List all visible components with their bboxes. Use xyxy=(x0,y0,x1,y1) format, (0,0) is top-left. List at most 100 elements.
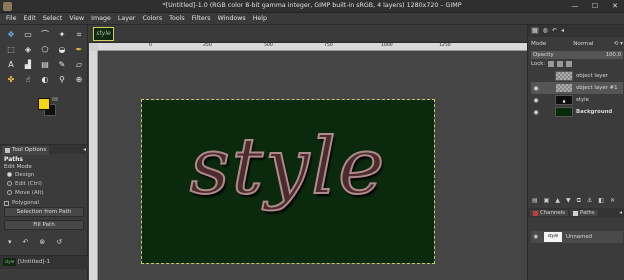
lower-layer-icon[interactable]: ▼ xyxy=(566,197,571,205)
menu-select[interactable]: Select xyxy=(43,13,62,24)
menu-image[interactable]: Image xyxy=(91,13,111,24)
menu-colors[interactable]: Colors xyxy=(142,13,162,24)
close-button[interactable]: ✕ xyxy=(608,1,622,11)
menu-filters[interactable]: Filters xyxy=(192,13,211,24)
selection-from-path-button[interactable]: Selection from Path xyxy=(4,207,84,217)
ruler-corner[interactable] xyxy=(89,43,98,51)
swap-colors-icon[interactable] xyxy=(52,97,58,101)
smudge-tool-icon[interactable]: ☝ xyxy=(21,73,35,86)
layer-thumbnail xyxy=(555,71,573,81)
new-layer-icon[interactable]: ▤ xyxy=(532,197,538,205)
layer-name: style xyxy=(576,97,589,103)
brushes-tab-icon[interactable]: ◍ xyxy=(543,27,548,34)
mode-design-radio[interactable]: Design xyxy=(7,170,84,179)
tool-options-tabstrip: Tool Options ◂ xyxy=(0,144,88,155)
new-group-icon[interactable]: ▣ xyxy=(544,197,550,205)
mode-design-label: Design xyxy=(15,171,35,178)
paintbrush-tool-icon[interactable]: ✎ xyxy=(55,58,69,71)
tab-tool-options[interactable]: Tool Options xyxy=(2,146,50,155)
lasso-tool-icon[interactable]: ⌒ xyxy=(38,28,52,41)
vertical-ruler[interactable] xyxy=(89,51,98,280)
raise-layer-icon[interactable]: ▲ xyxy=(555,197,560,205)
delete-layer-icon[interactable]: ✕ xyxy=(610,197,615,205)
image-canvas[interactable]: style xyxy=(141,99,435,264)
eye-icon[interactable]: ◉ xyxy=(531,234,541,240)
lock-position-icon[interactable] xyxy=(557,61,564,67)
tab-channels[interactable]: Channels xyxy=(530,210,568,216)
horizontal-ruler[interactable]: 0 250 500 750 1000 1250 xyxy=(98,43,527,51)
lock-pixels-icon[interactable] xyxy=(548,61,555,67)
canvas-workspace[interactable]: style xyxy=(98,51,527,280)
reset-options-icon[interactable]: ↺ xyxy=(56,238,62,246)
fuzzy-select-tool-icon[interactable]: ✦ xyxy=(55,28,69,41)
path-row-unnamed[interactable]: ◉ style Unnamed xyxy=(531,231,623,243)
image-tab[interactable]: style [Untitled]-1 xyxy=(3,258,50,266)
tab-menu-arrow-icon[interactable]: ◂ xyxy=(619,210,622,216)
crop-tool-icon[interactable]: ⌗ xyxy=(72,28,86,41)
maximize-button[interactable]: ☐ xyxy=(588,1,602,11)
save-preset-icon[interactable]: ▾ xyxy=(8,238,12,246)
menu-edit[interactable]: Edit xyxy=(24,13,36,24)
eye-icon[interactable]: ◉ xyxy=(531,85,541,92)
text-tool-icon[interactable]: A xyxy=(4,58,18,71)
lock-alpha-icon[interactable] xyxy=(566,61,573,67)
foreground-color[interactable] xyxy=(38,98,50,110)
layer-row-background[interactable]: ◉ Background xyxy=(531,106,623,118)
restore-preset-icon[interactable]: ↶ xyxy=(23,238,29,246)
menu-layer[interactable]: Layer xyxy=(118,13,136,24)
warp-tool-icon[interactable]: ◈ xyxy=(21,43,35,56)
duplicate-layer-icon[interactable]: ⧉ xyxy=(577,197,581,205)
eye-icon[interactable]: ◉ xyxy=(531,109,541,116)
layers-list: object layer ◉ object layer #1 ◉ ▲ style… xyxy=(531,70,623,118)
menu-file[interactable]: File xyxy=(6,13,17,24)
mode-edit-radio[interactable]: Edit (Ctrl) xyxy=(7,179,84,188)
menu-view[interactable]: View xyxy=(69,13,84,24)
fill-path-button[interactable]: Fill Path xyxy=(4,220,84,230)
layer-row-object-layer-1[interactable]: ◉ object layer #1 xyxy=(531,82,623,94)
menu-windows[interactable]: Windows xyxy=(218,13,246,24)
mode-select[interactable]: Normal xyxy=(573,41,593,47)
minimize-button[interactable]: — xyxy=(568,1,582,11)
tab-paths[interactable]: Paths xyxy=(569,210,598,216)
menu-tools[interactable]: Tools xyxy=(169,13,185,24)
eraser-tool-icon[interactable]: ▱ xyxy=(72,58,86,71)
zoom-tool-icon[interactable]: ⊕ xyxy=(72,73,86,86)
mode-reset-icon[interactable]: ⟲ ▾ xyxy=(614,41,623,47)
color-picker-tool-icon[interactable]: ⚲ xyxy=(55,73,69,86)
anchor-layer-icon[interactable]: ⚓ xyxy=(587,197,592,205)
unified-transform-tool-icon[interactable]: ⬚ xyxy=(4,43,18,56)
clone-tool-icon[interactable]: ✤ xyxy=(4,73,18,86)
color-swatches[interactable] xyxy=(36,96,60,116)
opacity-slider[interactable]: Opacity 100.0 xyxy=(531,51,623,59)
layer-row-style[interactable]: ◉ ▲ style xyxy=(531,94,623,106)
mask-layer-icon[interactable]: ◧ xyxy=(598,197,604,205)
tab-paths-label: Paths xyxy=(579,210,595,216)
tab-menu-arrow-icon[interactable]: ◂ xyxy=(83,146,86,153)
radio-indicator xyxy=(7,172,12,177)
cage-tool-icon[interactable]: ⬠ xyxy=(38,43,52,56)
rect-select-tool-icon[interactable]: ▭ xyxy=(21,28,35,41)
layer-thumbnail xyxy=(555,83,573,93)
menu-help[interactable]: Help xyxy=(253,13,267,24)
paths-tool-icon[interactable]: ✒ xyxy=(72,43,86,56)
foreground-select-tool-icon[interactable]: ◒ xyxy=(55,43,69,56)
tab-tool-options-label: Tool Options xyxy=(12,147,47,153)
move-tool-icon[interactable]: ✥ xyxy=(4,28,18,41)
dock-menu-icon[interactable]: ◂ xyxy=(561,27,564,34)
bucket-fill-tool-icon[interactable]: ▟ xyxy=(21,58,35,71)
dodge-burn-tool-icon[interactable]: ◐ xyxy=(38,73,52,86)
menu-bar: File Edit Select View Image Layer Colors… xyxy=(0,13,624,25)
ruler-tick: 750 xyxy=(324,43,333,48)
mode-move-radio[interactable]: Move (Alt) xyxy=(7,188,84,197)
layer-row-object-layer[interactable]: object layer xyxy=(531,70,623,82)
eye-icon[interactable]: ◉ xyxy=(531,97,541,104)
undo-history-tab-icon[interactable]: ↶ xyxy=(552,27,557,34)
layers-tab-icon[interactable]: ▦ xyxy=(531,27,539,34)
mode-edit-label: Edit (Ctrl) xyxy=(15,180,42,187)
gradient-tool-icon[interactable]: ▤ xyxy=(38,58,52,71)
open-image-thumbnail[interactable]: style xyxy=(93,27,114,41)
delete-preset-icon[interactable]: ⊗ xyxy=(39,238,45,246)
polygonal-checkbox[interactable]: Polygonal xyxy=(4,200,84,206)
mode-label: Mode xyxy=(531,41,547,47)
tab-channels-label: Channels xyxy=(540,210,565,216)
